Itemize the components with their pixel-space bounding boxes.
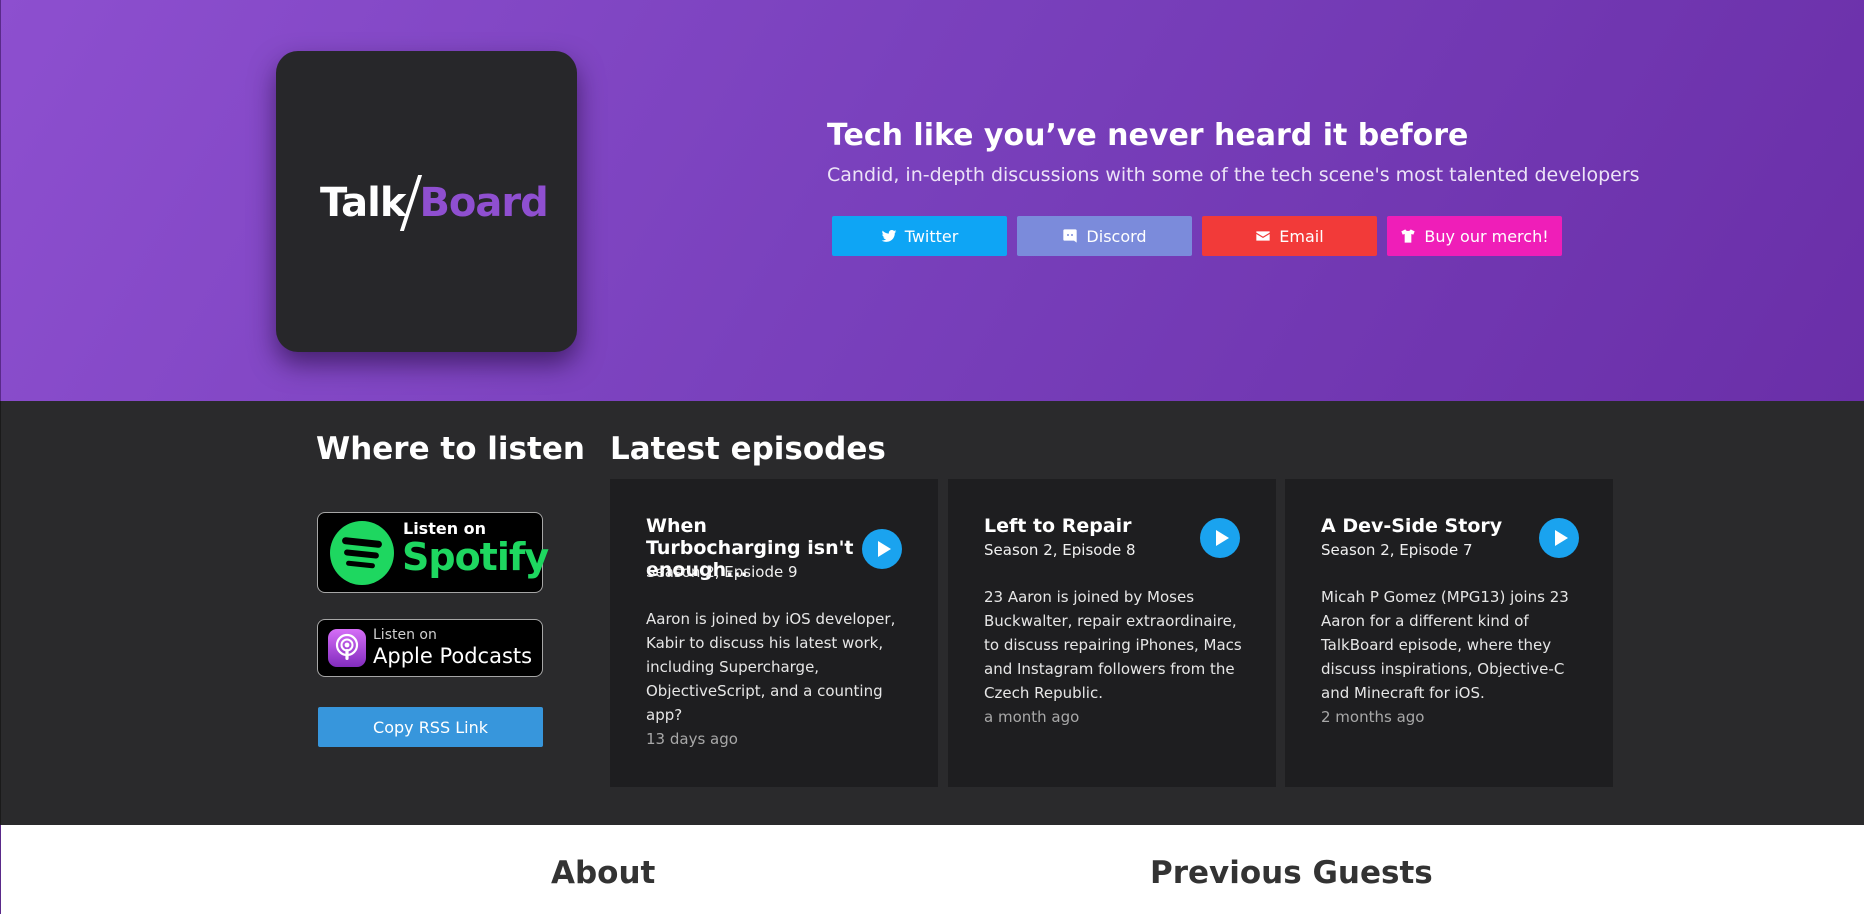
apple-podcasts-wordmark: Apple Podcasts (373, 644, 533, 668)
logo-board: Board (419, 180, 548, 226)
discord-button[interactable]: Discord (1017, 216, 1192, 256)
discord-label: Discord (1086, 226, 1147, 246)
logo-talk: Talk (320, 180, 406, 226)
apple-listen-on: Listen on (373, 627, 437, 643)
episode-meta: Season 2, Episode 7 (1321, 541, 1473, 559)
hero-subtitle: Candid, in-depth discussions with some o… (827, 164, 1640, 186)
play-icon[interactable] (1539, 518, 1579, 558)
episode-card[interactable]: Left to Repair Season 2, Episode 8 23 Aa… (948, 479, 1276, 787)
previous-guests-heading: Previous Guests (1150, 855, 1433, 891)
merch-label: Buy our merch! (1424, 226, 1549, 246)
hero-banner: Talk Board Tech like you’ve never heard i… (0, 0, 1864, 401)
spotify-wordmark: Spotify (402, 535, 549, 579)
twitter-label: Twitter (904, 226, 959, 246)
hero-title: Tech like you’ve never heard it before (827, 118, 1469, 153)
discord-icon (1063, 229, 1078, 243)
play-icon[interactable] (862, 529, 902, 569)
episode-card[interactable]: A Dev-Side Story Season 2, Episode 7 Mic… (1285, 479, 1613, 787)
page-edge (0, 825, 1, 914)
latest-episodes-heading: Latest episodes (610, 431, 886, 467)
apple-podcasts-badge[interactable]: Listen on Apple Podcasts (317, 619, 543, 677)
episode-card[interactable]: When Turbocharging isn't enough... Seaso… (610, 479, 938, 787)
about-heading: About (551, 855, 656, 891)
where-to-listen-heading: Where to listen (316, 431, 585, 467)
episode-date: 13 days ago (646, 730, 738, 748)
episode-description: 23 Aaron is joined by Moses Buckwalter, … (984, 588, 1242, 702)
apple-podcasts-icon (328, 629, 366, 667)
spotify-icon (330, 521, 394, 585)
twitter-icon (881, 230, 897, 242)
episode-title: A Dev-Side Story (1321, 515, 1503, 537)
merch-button[interactable]: Buy our merch! (1387, 216, 1562, 256)
play-icon[interactable] (1200, 518, 1240, 558)
episode-description: Aaron is joined by iOS developer, Kabir … (646, 610, 896, 724)
podcast-logo: Talk Board (276, 51, 577, 352)
email-button[interactable]: Email (1202, 216, 1377, 256)
episode-date: a month ago (984, 708, 1080, 726)
copy-rss-button[interactable]: Copy RSS Link (318, 707, 543, 747)
twitter-button[interactable]: Twitter (832, 216, 1007, 256)
episode-meta: Season 2, Epsiode 9 (646, 563, 798, 581)
envelope-icon (1256, 231, 1270, 241)
episode-date: 2 months ago (1321, 708, 1425, 726)
episode-meta: Season 2, Episode 8 (984, 541, 1136, 559)
episode-description: Micah P Gomez (MPG13) joins 23 Aaron for… (1321, 588, 1569, 702)
logo-wordmark: Talk Board (320, 171, 549, 235)
email-label: Email (1279, 226, 1324, 246)
spotify-badge[interactable]: Listen on Spotify (317, 512, 549, 593)
episode-title: Left to Repair (984, 515, 1132, 537)
tshirt-icon (1401, 229, 1416, 243)
